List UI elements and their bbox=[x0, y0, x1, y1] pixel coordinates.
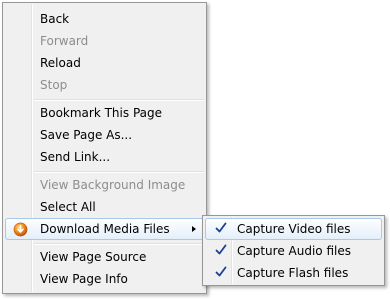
menu-item-label: View Background Image bbox=[40, 178, 186, 192]
menu-item-view-page-info[interactable]: View Page Info bbox=[5, 268, 204, 290]
menu-item-stop[interactable]: Stop bbox=[5, 74, 204, 96]
menu-item-save-page-as[interactable]: Save Page As... bbox=[5, 124, 204, 146]
submenu-arrow-icon bbox=[192, 226, 196, 232]
menu-separator bbox=[34, 243, 204, 245]
menu-item-label: Bookmark This Page bbox=[40, 106, 162, 120]
menu-item-send-link[interactable]: Send Link... bbox=[5, 146, 204, 168]
menu-item-label: Stop bbox=[40, 78, 68, 92]
context-menu: Back Forward Reload Stop Bookmark This P… bbox=[2, 2, 207, 294]
menu-item-view-page-source[interactable]: View Page Source bbox=[5, 246, 204, 268]
submenu-item-label: Capture Flash files bbox=[237, 266, 349, 280]
menu-separator bbox=[34, 99, 204, 101]
menu-item-label: Send Link... bbox=[40, 150, 111, 164]
menu-item-reload[interactable]: Reload bbox=[5, 52, 204, 74]
checkmark-icon bbox=[215, 266, 227, 277]
media-download-icon bbox=[13, 222, 28, 237]
submenu-item-label: Capture Audio files bbox=[237, 244, 351, 258]
menu-item-label: Forward bbox=[40, 34, 89, 48]
menu-item-forward[interactable]: Forward bbox=[5, 30, 204, 52]
menu-item-label: Back bbox=[40, 12, 70, 26]
menu-item-bookmark-page[interactable]: Bookmark This Page bbox=[5, 102, 204, 124]
screen: Back Forward Reload Stop Bookmark This P… bbox=[0, 0, 390, 299]
checkmark-icon bbox=[215, 244, 227, 255]
menu-item-select-all[interactable]: Select All bbox=[5, 196, 204, 218]
checkmark-icon bbox=[215, 222, 227, 233]
menu-item-download-media-files[interactable]: Download Media Files bbox=[5, 218, 204, 240]
menu-item-label: Reload bbox=[40, 56, 81, 70]
download-media-submenu: Capture Video files Capture Audio files … bbox=[202, 215, 385, 286]
menu-item-view-background-image[interactable]: View Background Image bbox=[5, 174, 204, 196]
menu-item-label: Save Page As... bbox=[40, 128, 133, 142]
menu-item-label: Download Media Files bbox=[40, 222, 170, 236]
menu-item-label: View Page Source bbox=[40, 250, 147, 264]
submenu-item-label: Capture Video files bbox=[237, 222, 351, 236]
menu-item-label: Select All bbox=[40, 200, 96, 214]
submenu-item-capture-audio[interactable]: Capture Audio files bbox=[205, 240, 382, 262]
submenu-item-capture-video[interactable]: Capture Video files bbox=[205, 218, 382, 240]
menu-separator bbox=[34, 171, 204, 173]
menu-item-label: View Page Info bbox=[40, 272, 128, 286]
submenu-item-capture-flash[interactable]: Capture Flash files bbox=[205, 262, 382, 284]
menu-item-back[interactable]: Back bbox=[5, 8, 204, 30]
